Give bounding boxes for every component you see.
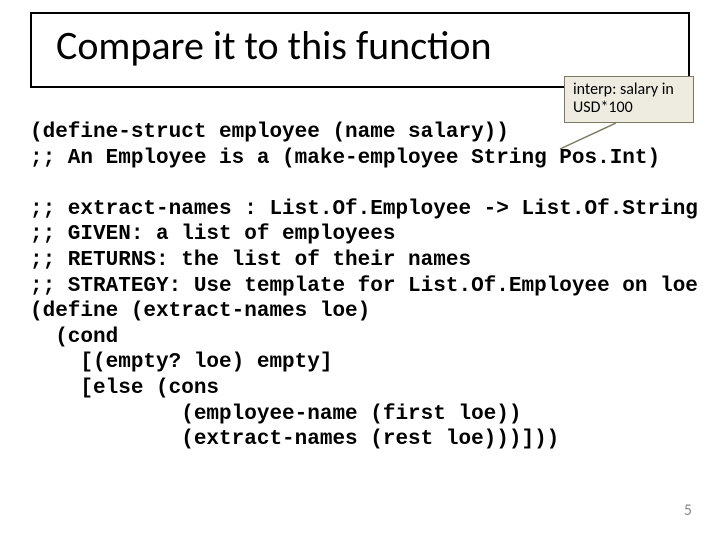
code-line: ;; extract-names : List.Of.Employee -> L… xyxy=(30,198,698,221)
callout-line2: USD*100 xyxy=(573,99,685,117)
code-block: (define-struct employee (name salary)) ;… xyxy=(30,120,690,453)
code-line: (extract-names (rest loe)))])) xyxy=(30,428,559,451)
code-line: [(empty? loe) empty] xyxy=(30,351,332,374)
code-line: [else (cons xyxy=(30,377,219,400)
code-line: ;; An Employee is a (make-employee Strin… xyxy=(30,147,660,170)
code-line: ;; GIVEN: a list of employees xyxy=(30,223,395,246)
code-line: ;; RETURNS: the list of their names xyxy=(30,249,471,272)
slide-title: Compare it to this function xyxy=(56,24,682,68)
code-line: (define (extract-names loe) xyxy=(30,300,370,323)
code-line: (cond xyxy=(30,326,118,349)
slide-number: 5 xyxy=(684,501,692,520)
slide: Compare it to this function interp: sala… xyxy=(0,0,720,540)
callout-line1: interp: salary in xyxy=(573,81,685,99)
callout-box: interp: salary in USD*100 xyxy=(564,76,694,123)
code-line: ;; STRATEGY: Use template for List.Of.Em… xyxy=(30,275,698,298)
code-line: (define-struct employee (name salary)) xyxy=(30,121,509,144)
code-line: (employee-name (first loe)) xyxy=(30,403,521,426)
